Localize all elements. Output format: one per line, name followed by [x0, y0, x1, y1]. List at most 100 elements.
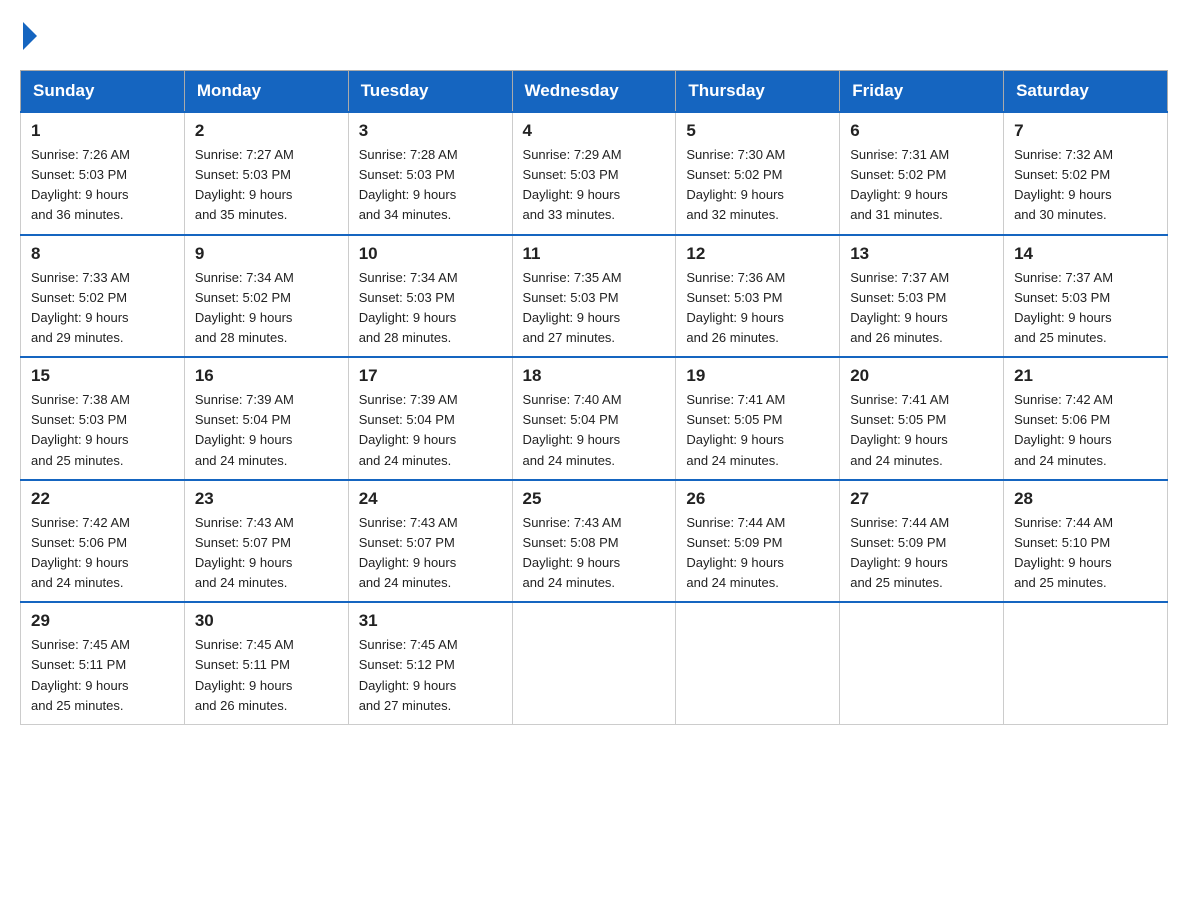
week-row-3: 15 Sunrise: 7:38 AM Sunset: 5:03 PM Dayl…	[21, 357, 1168, 480]
day-number: 21	[1014, 366, 1157, 386]
day-info: Sunrise: 7:38 AM Sunset: 5:03 PM Dayligh…	[31, 390, 174, 471]
day-number: 19	[686, 366, 829, 386]
day-cell: 30 Sunrise: 7:45 AM Sunset: 5:11 PM Dayl…	[184, 602, 348, 724]
day-cell: 3 Sunrise: 7:28 AM Sunset: 5:03 PM Dayli…	[348, 112, 512, 235]
day-info: Sunrise: 7:31 AM Sunset: 5:02 PM Dayligh…	[850, 145, 993, 226]
day-number: 1	[31, 121, 174, 141]
day-info: Sunrise: 7:43 AM Sunset: 5:07 PM Dayligh…	[195, 513, 338, 594]
day-number: 29	[31, 611, 174, 631]
day-number: 30	[195, 611, 338, 631]
day-number: 7	[1014, 121, 1157, 141]
day-number: 25	[523, 489, 666, 509]
day-number: 3	[359, 121, 502, 141]
day-info: Sunrise: 7:44 AM Sunset: 5:09 PM Dayligh…	[850, 513, 993, 594]
header-monday: Monday	[184, 71, 348, 113]
day-info: Sunrise: 7:40 AM Sunset: 5:04 PM Dayligh…	[523, 390, 666, 471]
day-cell: 13 Sunrise: 7:37 AM Sunset: 5:03 PM Dayl…	[840, 235, 1004, 358]
day-number: 26	[686, 489, 829, 509]
day-info: Sunrise: 7:44 AM Sunset: 5:10 PM Dayligh…	[1014, 513, 1157, 594]
week-row-5: 29 Sunrise: 7:45 AM Sunset: 5:11 PM Dayl…	[21, 602, 1168, 724]
day-number: 31	[359, 611, 502, 631]
header-wednesday: Wednesday	[512, 71, 676, 113]
day-info: Sunrise: 7:39 AM Sunset: 5:04 PM Dayligh…	[195, 390, 338, 471]
day-cell: 19 Sunrise: 7:41 AM Sunset: 5:05 PM Dayl…	[676, 357, 840, 480]
day-cell: 1 Sunrise: 7:26 AM Sunset: 5:03 PM Dayli…	[21, 112, 185, 235]
day-info: Sunrise: 7:41 AM Sunset: 5:05 PM Dayligh…	[850, 390, 993, 471]
day-cell: 26 Sunrise: 7:44 AM Sunset: 5:09 PM Dayl…	[676, 480, 840, 603]
day-info: Sunrise: 7:45 AM Sunset: 5:12 PM Dayligh…	[359, 635, 502, 716]
calendar-table: SundayMondayTuesdayWednesdayThursdayFrid…	[20, 70, 1168, 725]
day-cell: 8 Sunrise: 7:33 AM Sunset: 5:02 PM Dayli…	[21, 235, 185, 358]
day-cell: 29 Sunrise: 7:45 AM Sunset: 5:11 PM Dayl…	[21, 602, 185, 724]
day-info: Sunrise: 7:45 AM Sunset: 5:11 PM Dayligh…	[195, 635, 338, 716]
header-friday: Friday	[840, 71, 1004, 113]
day-cell: 2 Sunrise: 7:27 AM Sunset: 5:03 PM Dayli…	[184, 112, 348, 235]
day-number: 9	[195, 244, 338, 264]
day-cell: 24 Sunrise: 7:43 AM Sunset: 5:07 PM Dayl…	[348, 480, 512, 603]
week-row-1: 1 Sunrise: 7:26 AM Sunset: 5:03 PM Dayli…	[21, 112, 1168, 235]
day-cell: 31 Sunrise: 7:45 AM Sunset: 5:12 PM Dayl…	[348, 602, 512, 724]
day-cell: 20 Sunrise: 7:41 AM Sunset: 5:05 PM Dayl…	[840, 357, 1004, 480]
day-cell: 10 Sunrise: 7:34 AM Sunset: 5:03 PM Dayl…	[348, 235, 512, 358]
day-number: 15	[31, 366, 174, 386]
day-cell: 11 Sunrise: 7:35 AM Sunset: 5:03 PM Dayl…	[512, 235, 676, 358]
day-number: 22	[31, 489, 174, 509]
day-number: 20	[850, 366, 993, 386]
day-cell: 6 Sunrise: 7:31 AM Sunset: 5:02 PM Dayli…	[840, 112, 1004, 235]
day-info: Sunrise: 7:37 AM Sunset: 5:03 PM Dayligh…	[850, 268, 993, 349]
day-number: 28	[1014, 489, 1157, 509]
header-tuesday: Tuesday	[348, 71, 512, 113]
day-cell: 23 Sunrise: 7:43 AM Sunset: 5:07 PM Dayl…	[184, 480, 348, 603]
day-number: 12	[686, 244, 829, 264]
day-info: Sunrise: 7:27 AM Sunset: 5:03 PM Dayligh…	[195, 145, 338, 226]
day-number: 16	[195, 366, 338, 386]
day-cell: 17 Sunrise: 7:39 AM Sunset: 5:04 PM Dayl…	[348, 357, 512, 480]
day-info: Sunrise: 7:43 AM Sunset: 5:08 PM Dayligh…	[523, 513, 666, 594]
day-number: 13	[850, 244, 993, 264]
day-info: Sunrise: 7:35 AM Sunset: 5:03 PM Dayligh…	[523, 268, 666, 349]
day-info: Sunrise: 7:26 AM Sunset: 5:03 PM Dayligh…	[31, 145, 174, 226]
logo	[20, 20, 39, 50]
day-number: 4	[523, 121, 666, 141]
day-cell: 7 Sunrise: 7:32 AM Sunset: 5:02 PM Dayli…	[1004, 112, 1168, 235]
week-row-2: 8 Sunrise: 7:33 AM Sunset: 5:02 PM Dayli…	[21, 235, 1168, 358]
day-number: 14	[1014, 244, 1157, 264]
header-sunday: Sunday	[21, 71, 185, 113]
day-number: 27	[850, 489, 993, 509]
day-cell	[676, 602, 840, 724]
day-cell: 27 Sunrise: 7:44 AM Sunset: 5:09 PM Dayl…	[840, 480, 1004, 603]
day-info: Sunrise: 7:42 AM Sunset: 5:06 PM Dayligh…	[31, 513, 174, 594]
day-cell: 12 Sunrise: 7:36 AM Sunset: 5:03 PM Dayl…	[676, 235, 840, 358]
day-cell: 25 Sunrise: 7:43 AM Sunset: 5:08 PM Dayl…	[512, 480, 676, 603]
day-cell	[1004, 602, 1168, 724]
day-info: Sunrise: 7:39 AM Sunset: 5:04 PM Dayligh…	[359, 390, 502, 471]
day-number: 23	[195, 489, 338, 509]
day-cell: 16 Sunrise: 7:39 AM Sunset: 5:04 PM Dayl…	[184, 357, 348, 480]
day-info: Sunrise: 7:32 AM Sunset: 5:02 PM Dayligh…	[1014, 145, 1157, 226]
day-info: Sunrise: 7:28 AM Sunset: 5:03 PM Dayligh…	[359, 145, 502, 226]
header-row: SundayMondayTuesdayWednesdayThursdayFrid…	[21, 71, 1168, 113]
header-thursday: Thursday	[676, 71, 840, 113]
week-row-4: 22 Sunrise: 7:42 AM Sunset: 5:06 PM Dayl…	[21, 480, 1168, 603]
day-cell	[512, 602, 676, 724]
day-number: 10	[359, 244, 502, 264]
day-info: Sunrise: 7:34 AM Sunset: 5:02 PM Dayligh…	[195, 268, 338, 349]
day-number: 2	[195, 121, 338, 141]
day-number: 24	[359, 489, 502, 509]
day-cell: 14 Sunrise: 7:37 AM Sunset: 5:03 PM Dayl…	[1004, 235, 1168, 358]
day-number: 11	[523, 244, 666, 264]
day-cell	[840, 602, 1004, 724]
day-cell: 5 Sunrise: 7:30 AM Sunset: 5:02 PM Dayli…	[676, 112, 840, 235]
logo-triangle-icon	[23, 22, 37, 50]
day-info: Sunrise: 7:30 AM Sunset: 5:02 PM Dayligh…	[686, 145, 829, 226]
day-cell: 4 Sunrise: 7:29 AM Sunset: 5:03 PM Dayli…	[512, 112, 676, 235]
day-info: Sunrise: 7:45 AM Sunset: 5:11 PM Dayligh…	[31, 635, 174, 716]
day-info: Sunrise: 7:36 AM Sunset: 5:03 PM Dayligh…	[686, 268, 829, 349]
day-info: Sunrise: 7:43 AM Sunset: 5:07 PM Dayligh…	[359, 513, 502, 594]
day-number: 18	[523, 366, 666, 386]
day-info: Sunrise: 7:41 AM Sunset: 5:05 PM Dayligh…	[686, 390, 829, 471]
day-cell: 22 Sunrise: 7:42 AM Sunset: 5:06 PM Dayl…	[21, 480, 185, 603]
day-info: Sunrise: 7:44 AM Sunset: 5:09 PM Dayligh…	[686, 513, 829, 594]
day-info: Sunrise: 7:29 AM Sunset: 5:03 PM Dayligh…	[523, 145, 666, 226]
day-number: 6	[850, 121, 993, 141]
